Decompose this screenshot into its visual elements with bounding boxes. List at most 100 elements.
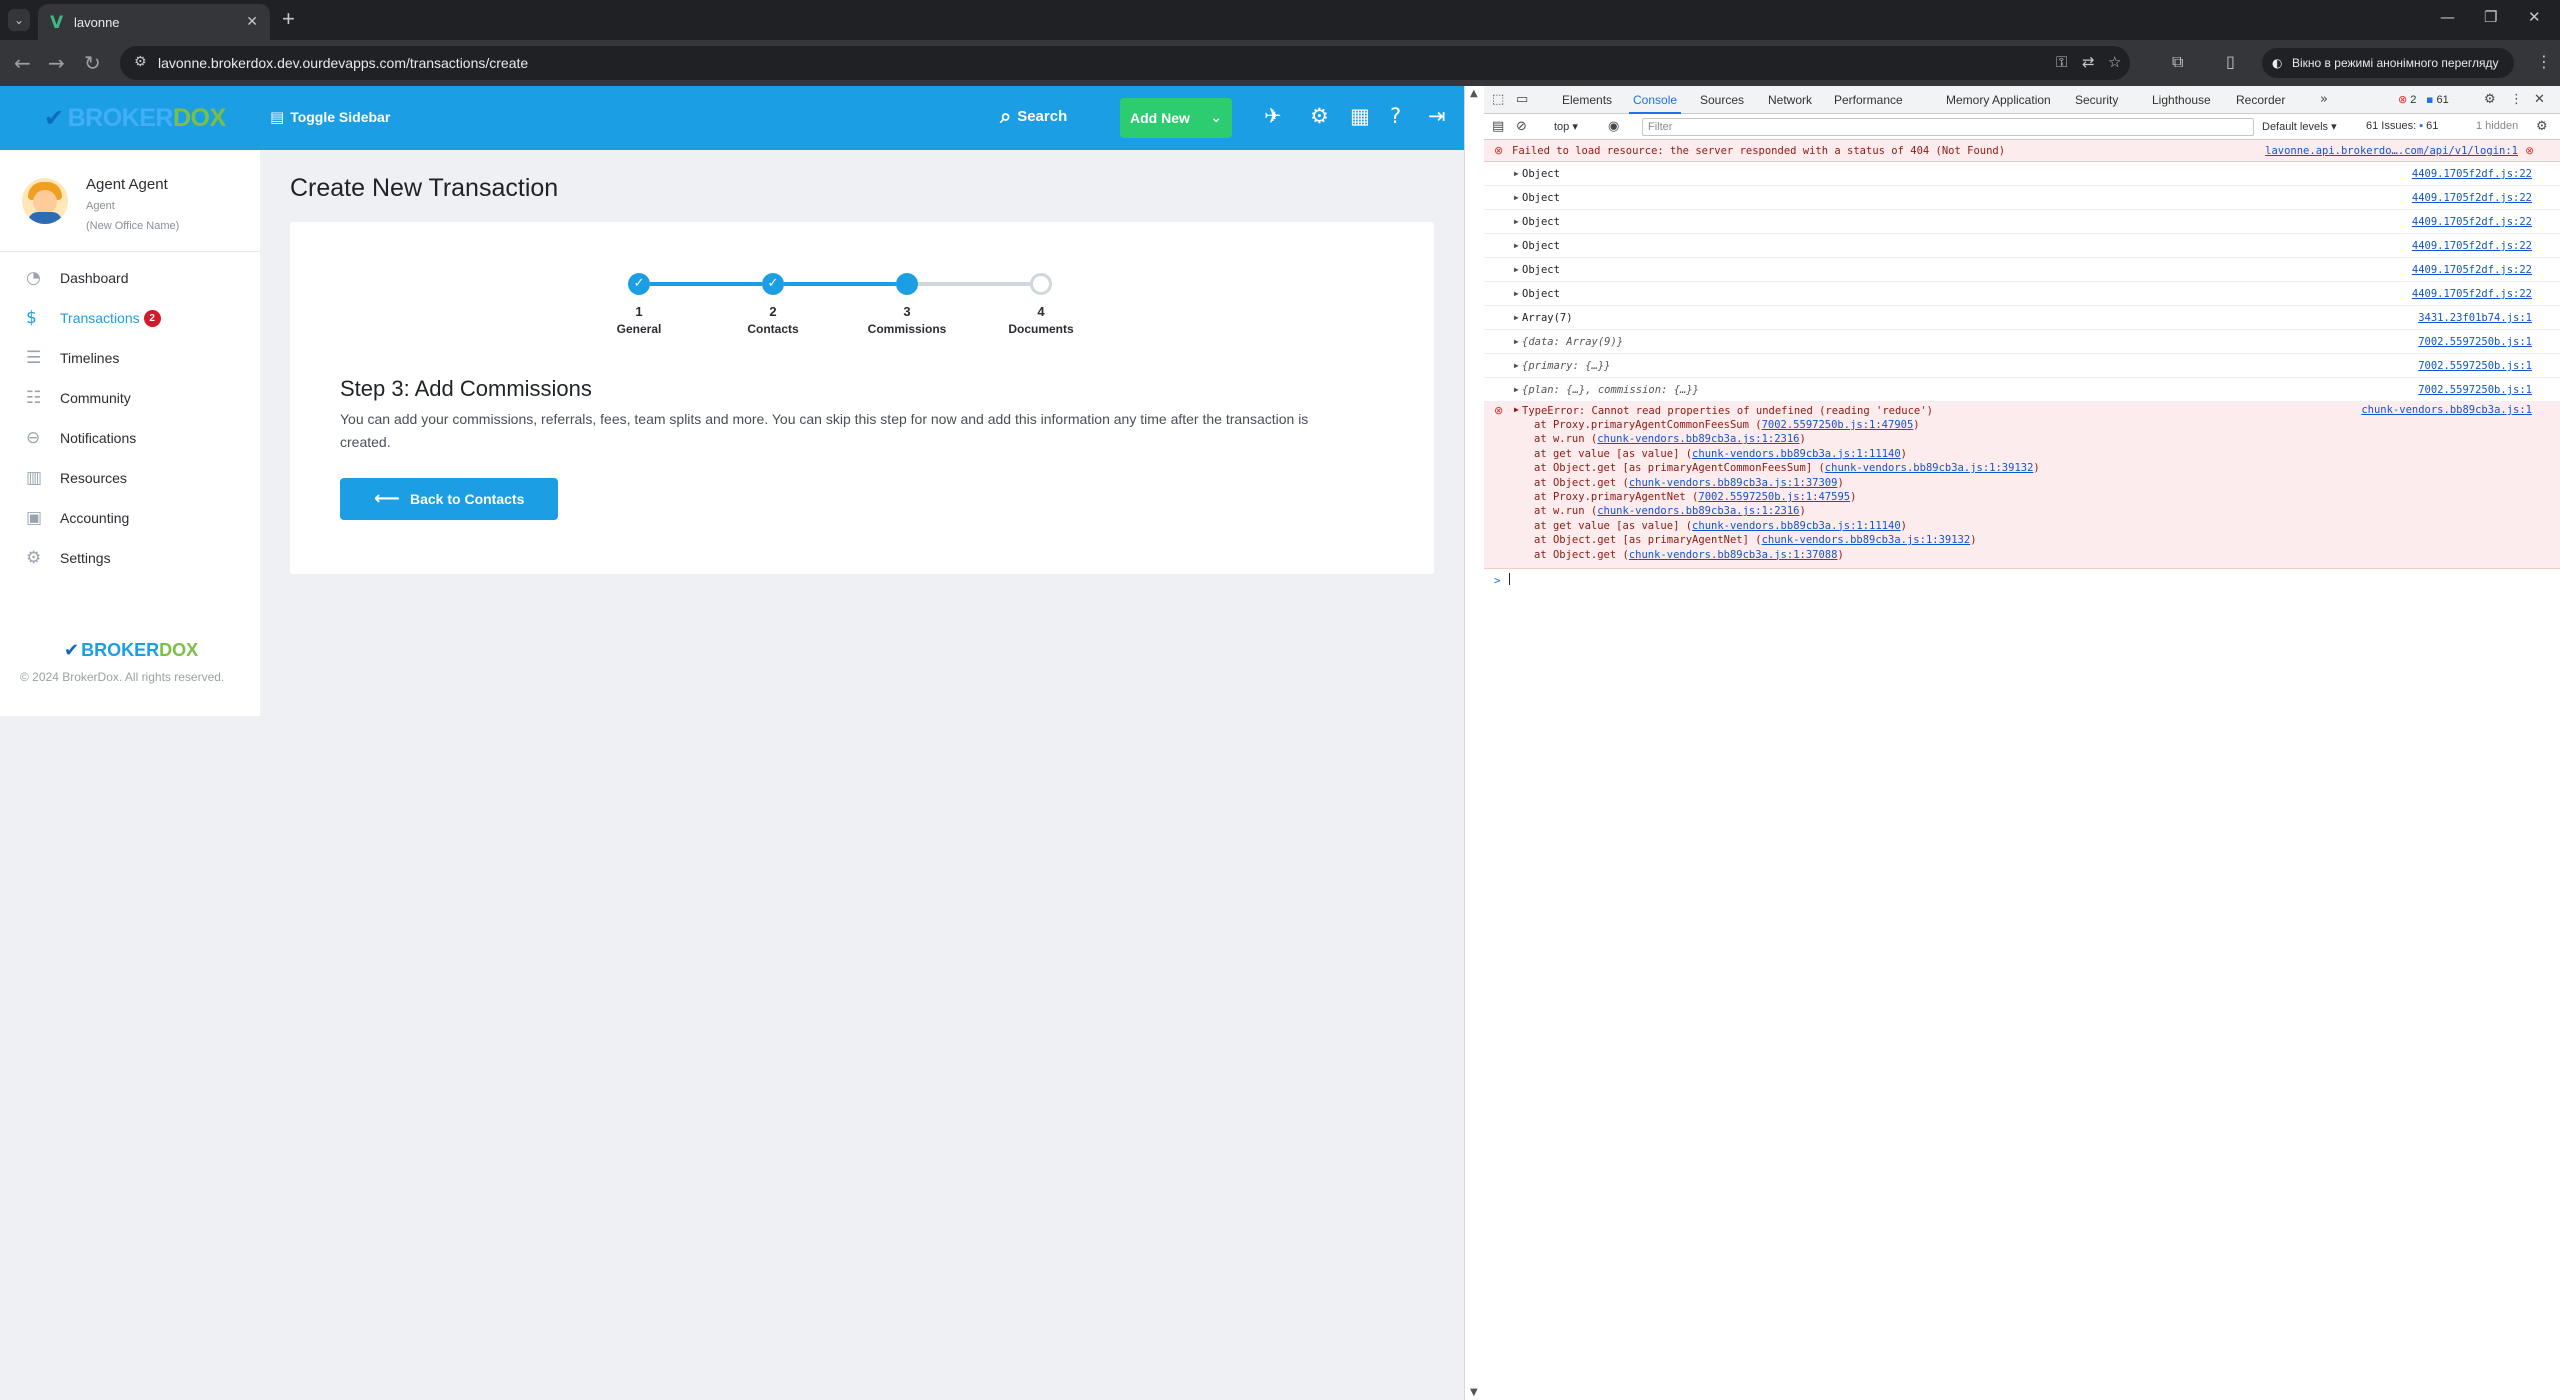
- bookmark-star-icon[interactable]: ☆: [2108, 53, 2121, 71]
- console-log-row[interactable]: ▶ Object 4409.1705f2df.js:22: [1484, 282, 2560, 306]
- console-log-row[interactable]: ▶ Array(7) 3431.23f01b74.js:1: [1484, 306, 2560, 330]
- console-log-row[interactable]: ▶ Object 4409.1705f2df.js:22: [1484, 234, 2560, 258]
- tab-memory[interactable]: Memory: [1946, 93, 1989, 107]
- close-tab-icon[interactable]: ✕: [246, 13, 258, 30]
- add-new-button[interactable]: Add New ⌄: [1120, 98, 1232, 138]
- forward-icon[interactable]: →: [48, 51, 65, 75]
- stack-frame-link[interactable]: 7002.5597250b.js:1:47595: [1698, 491, 1850, 503]
- extensions-icon[interactable]: ⧉: [2172, 52, 2183, 72]
- back-to-contacts-button[interactable]: ⟵ Back to Contacts: [340, 478, 558, 520]
- more-tabs-icon[interactable]: »: [2320, 92, 2328, 107]
- stack-frame-link[interactable]: chunk-vendors.bb89cb3a.js:1:39132: [1825, 462, 2034, 474]
- stack-frame-link[interactable]: 7002.5597250b.js:1:47905: [1762, 419, 1914, 431]
- expand-triangle-icon[interactable]: ▶: [1514, 186, 1519, 210]
- devtools-close-icon[interactable]: ✕: [2534, 92, 2545, 107]
- stack-frame-link[interactable]: chunk-vendors.bb89cb3a.js:1:39132: [1762, 534, 1971, 546]
- source-link[interactable]: 4409.1705f2df.js:22: [2412, 186, 2532, 210]
- sidebar-item-community[interactable]: ☷ Community: [0, 378, 260, 418]
- page-scrollbar[interactable]: ▲ ▼: [1464, 86, 1484, 1400]
- tab-performance[interactable]: Performance: [1834, 93, 1903, 107]
- source-link[interactable]: 4409.1705f2df.js:22: [2412, 234, 2532, 258]
- clear-console-icon[interactable]: ⊘: [1516, 119, 1527, 134]
- sidebar-item-timelines[interactable]: ☰ Timelines: [0, 338, 260, 378]
- source-link[interactable]: lavonne.api.brokerdo….com/api/v1/login:1: [2265, 140, 2518, 162]
- brand-logo[interactable]: ✔ BROKERDOX: [44, 104, 226, 133]
- expand-triangle-icon[interactable]: ▶: [1514, 306, 1519, 330]
- calendar-icon[interactable]: ▦: [1350, 104, 1370, 128]
- logout-icon[interactable]: ⇥: [1428, 104, 1446, 128]
- translate-icon[interactable]: ⇄: [2082, 53, 2095, 71]
- sidebar-item-notifications[interactable]: ⊖ Notifications: [0, 418, 260, 458]
- sidebar-item-resources[interactable]: ▥ Resources: [0, 458, 260, 498]
- tab-application[interactable]: Application: [1992, 93, 2051, 107]
- expand-triangle-icon[interactable]: ▶: [1514, 354, 1519, 378]
- stack-frame-link[interactable]: chunk-vendors.bb89cb3a.js:1:11140: [1692, 448, 1901, 460]
- source-link[interactable]: 3431.23f01b74.js:1: [2418, 306, 2532, 330]
- password-key-icon[interactable]: ⚿: [2056, 53, 2067, 71]
- console-log-row[interactable]: ▶ {primary: {…}} 7002.5597250b.js:1: [1484, 354, 2560, 378]
- minimize-icon[interactable]: —: [2440, 8, 2455, 26]
- sidebar-item-accounting[interactable]: ▣ Accounting: [0, 498, 260, 538]
- stack-frame-link[interactable]: chunk-vendors.bb89cb3a.js:1:37309: [1629, 477, 1838, 489]
- tab-elements[interactable]: Elements: [1562, 93, 1612, 107]
- help-icon[interactable]: ?: [1390, 104, 1401, 128]
- stack-frame-link[interactable]: chunk-vendors.bb89cb3a.js:1:37088: [1629, 549, 1838, 561]
- tab-lighthouse[interactable]: Lighthouse: [2152, 93, 2211, 107]
- tab-sources[interactable]: Sources: [1700, 93, 1744, 107]
- tab-search-icon[interactable]: ⌄: [8, 9, 30, 31]
- back-icon[interactable]: ←: [14, 51, 31, 75]
- new-tab-button[interactable]: +: [282, 6, 295, 32]
- step-2-check-icon[interactable]: ✓: [762, 273, 784, 295]
- browser-tab[interactable]: V lavonne ✕: [38, 4, 270, 40]
- expand-triangle-icon[interactable]: ▶: [1514, 378, 1519, 402]
- source-link[interactable]: 4409.1705f2df.js:22: [2412, 210, 2532, 234]
- device-toolbar-icon[interactable]: ▭: [1516, 92, 1528, 107]
- expand-triangle-icon[interactable]: ▶: [1514, 234, 1519, 258]
- expand-triangle-icon[interactable]: ▶: [1514, 330, 1519, 354]
- scroll-up-icon[interactable]: ▲: [1470, 88, 1478, 99]
- incognito-indicator[interactable]: ◐ Вікно в режимі анонімного перегляду: [2262, 48, 2514, 78]
- source-link[interactable]: 7002.5597250b.js:1: [2418, 330, 2532, 354]
- restore-icon[interactable]: ❐: [2484, 8, 2497, 26]
- source-link[interactable]: 7002.5597250b.js:1: [2418, 378, 2532, 402]
- toggle-sidebar-button[interactable]: ▤ Toggle Sidebar: [270, 108, 390, 126]
- source-link[interactable]: 4409.1705f2df.js:22: [2412, 282, 2532, 306]
- console-log-row[interactable]: ▶ Object 4409.1705f2df.js:22: [1484, 258, 2560, 282]
- sidebar-item-transactions[interactable]: $ Transactions 2: [0, 298, 260, 338]
- console-log-row[interactable]: ▶ Object 4409.1705f2df.js:22: [1484, 186, 2560, 210]
- devtools-menu-icon[interactable]: ⋮: [2510, 92, 2523, 107]
- sidebar-item-dashboard[interactable]: ◔ Dashboard: [0, 258, 260, 298]
- console-sidebar-icon[interactable]: ▤: [1492, 119, 1504, 134]
- source-link[interactable]: 7002.5597250b.js:1: [2418, 354, 2532, 378]
- context-selector[interactable]: top ▾: [1554, 120, 1578, 133]
- inspect-icon[interactable]: ⬚: [1492, 92, 1504, 107]
- console-log-row[interactable]: ▶ Object 4409.1705f2df.js:22: [1484, 210, 2560, 234]
- tab-security[interactable]: Security: [2075, 93, 2118, 107]
- console-log-row[interactable]: ▶ {plan: {…}, commission: {…}} 7002.559725…: [1484, 378, 2560, 402]
- expand-triangle-icon[interactable]: ▶: [1514, 162, 1519, 186]
- scroll-down-icon[interactable]: ▼: [1470, 1387, 1478, 1398]
- step-1-check-icon[interactable]: ✓: [628, 273, 650, 295]
- rocket-icon[interactable]: ✈: [1264, 104, 1282, 128]
- console-log-row[interactable]: ▶ Object 4409.1705f2df.js:22: [1484, 162, 2560, 186]
- reload-icon[interactable]: ↻: [84, 51, 101, 75]
- search-button[interactable]: ⌕ Search: [1000, 104, 1067, 128]
- devtools-settings-icon[interactable]: ⚙: [2484, 92, 2496, 107]
- issues-button[interactable]: 61 Issues: ▪ 61: [2366, 120, 2438, 132]
- gear-icon[interactable]: ⚙: [1310, 104, 1329, 128]
- stack-frame-link[interactable]: chunk-vendors.bb89cb3a.js:1:2316: [1597, 505, 1799, 517]
- console-log-row[interactable]: ▶ {data: Array(9)} 7002.5597250b.js:1: [1484, 330, 2560, 354]
- stack-frame-link[interactable]: chunk-vendors.bb89cb3a.js:1:11140: [1692, 520, 1901, 532]
- network-error-icon[interactable]: ⊗: [2525, 140, 2534, 162]
- source-link[interactable]: 4409.1705f2df.js:22: [2412, 258, 2532, 282]
- tab-network[interactable]: Network: [1768, 93, 1812, 107]
- tab-console[interactable]: Console: [1628, 93, 1682, 114]
- console-settings-icon[interactable]: ⚙: [2536, 119, 2548, 134]
- log-levels-dropdown[interactable]: Default levels ▾: [2262, 120, 2337, 133]
- close-window-icon[interactable]: ✕: [2528, 8, 2541, 26]
- expand-triangle-icon[interactable]: ▶: [1514, 210, 1519, 234]
- source-link[interactable]: chunk-vendors.bb89cb3a.js:1: [2361, 404, 2532, 416]
- console-prompt[interactable]: >: [1484, 569, 2560, 593]
- error-counter[interactable]: ⊗ 2: [2398, 93, 2416, 106]
- tab-recorder[interactable]: Recorder: [2236, 93, 2285, 107]
